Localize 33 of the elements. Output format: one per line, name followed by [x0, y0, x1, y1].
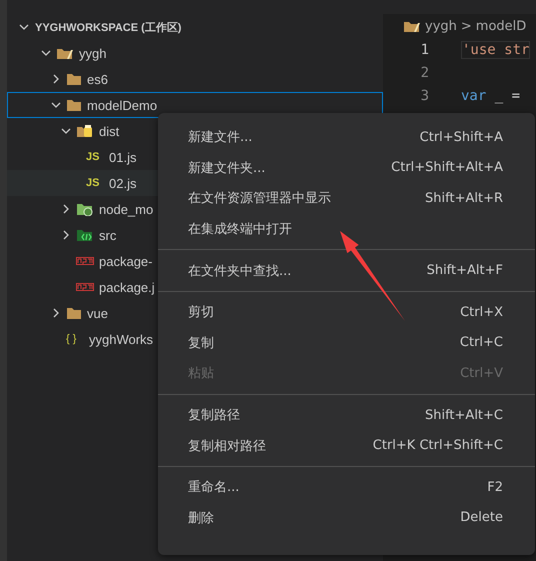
code-text: 'use str	[461, 40, 530, 58]
code-text: var _ =	[461, 88, 520, 104]
shortcut-label: Delete	[460, 510, 503, 526]
line-number: 2	[420, 64, 430, 80]
menu-item-label: 在集成终端中打开	[188, 221, 292, 238]
menu-item-label: 新建文件夹...	[188, 160, 266, 177]
shortcut-label: F2	[487, 480, 503, 495]
menu-item-label: 复制	[188, 334, 214, 352]
shortcut-label: Shift+Alt+C	[424, 408, 503, 423]
shortcut-label: Ctrl+V	[460, 366, 503, 381]
shortcut-label: Ctrl+X	[460, 304, 503, 320]
menu-item-label: 删除	[188, 510, 214, 527]
menu-item-label: 在文件资源管理器中显示	[188, 190, 331, 208]
menu-item-label: 剪切	[188, 304, 214, 322]
menu-item-label: 复制相对路径	[188, 438, 266, 455]
menu-item-label: 在文件夹中查找...	[188, 262, 292, 280]
line-number: 3	[420, 88, 430, 104]
shortcut-label: Ctrl+C	[460, 335, 503, 350]
braces-icon: { }	[66, 333, 84, 345]
menu-item-label: 复制路径	[188, 407, 240, 424]
menu-item-label: 粘贴	[188, 365, 214, 382]
line-number: 1	[420, 42, 430, 58]
shortcut-label: Ctrl+Shift+A	[420, 130, 503, 145]
shortcut-label: Ctrl+K Ctrl+Shift+C	[372, 438, 503, 454]
menu-item-label: 新建文件...	[188, 129, 252, 146]
shortcut-label: Ctrl+Shift+Alt+A	[391, 160, 503, 176]
shortcut-label: Shift+Alt+R	[425, 190, 503, 206]
workspace-title: YYGHWORKSPACE (工作区)	[35, 20, 182, 34]
breadcrumb-separator: >	[460, 18, 472, 34]
js-icon: JS	[86, 151, 104, 163]
js-icon: JS	[86, 177, 104, 189]
menu-item-label: 重命名...	[188, 479, 240, 496]
shortcut-label: Shift+Alt+F	[426, 263, 503, 278]
